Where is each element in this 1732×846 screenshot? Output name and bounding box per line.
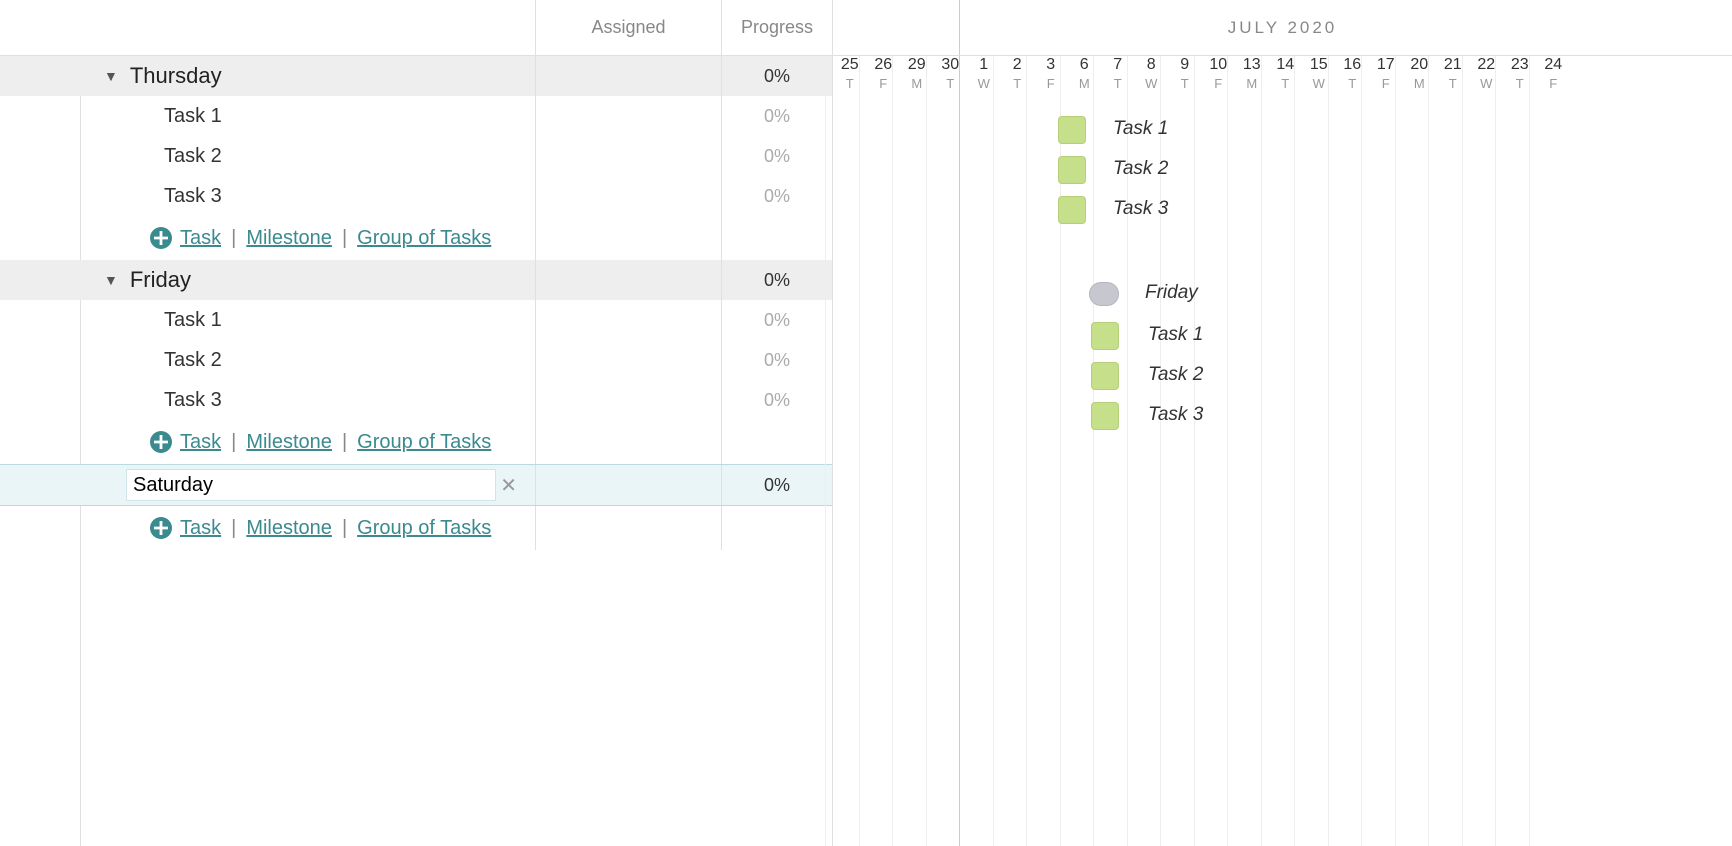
left-header: Assigned Progress — [0, 0, 832, 56]
group-progress: 0% — [722, 56, 832, 96]
task-label: Task 3 — [164, 389, 222, 412]
task-row[interactable]: Task 3 0% — [0, 176, 832, 216]
timeline-day: 30T — [934, 56, 968, 106]
timeline-date-row: 25T26F29M30T1W2T3F6M7T8W9T10F13M14T15W16… — [833, 56, 1732, 106]
timeline-day: 16T — [1336, 56, 1370, 106]
timeline-day: 26F — [867, 56, 901, 106]
task-label: Task 3 — [164, 185, 222, 208]
task-row[interactable]: Task 1 0% — [0, 96, 832, 136]
gantt-bar-label: Task 3 — [1113, 198, 1168, 220]
plus-icon[interactable] — [150, 227, 172, 249]
timeline-day: 10F — [1202, 56, 1236, 106]
column-header-assigned[interactable]: Assigned — [536, 0, 722, 55]
add-task-link[interactable]: Task — [180, 227, 221, 250]
plus-icon[interactable] — [150, 517, 172, 539]
gantt-bar[interactable] — [1091, 322, 1119, 350]
gantt-bar-label: Task 1 — [1113, 118, 1168, 140]
group-label: Friday — [130, 267, 191, 293]
add-row: Task | Milestone | Group of Tasks — [0, 420, 832, 464]
task-progress: 0% — [722, 136, 832, 176]
task-progress: 0% — [722, 96, 832, 136]
timeline-day: 22W — [1470, 56, 1504, 106]
task-label: Task 1 — [164, 309, 222, 332]
timeline-month-header: JULY 2020 — [833, 0, 1732, 56]
task-label: Task 2 — [164, 145, 222, 168]
add-milestone-link[interactable]: Milestone — [246, 227, 332, 250]
group-name-input[interactable] — [127, 472, 495, 499]
gantt-bar[interactable] — [1058, 196, 1086, 224]
add-row: Task | Milestone | Group of Tasks — [0, 216, 832, 260]
task-label: Task 2 — [164, 349, 222, 372]
group-name-input-wrap[interactable] — [126, 469, 496, 501]
task-progress: 0% — [722, 176, 832, 216]
task-row[interactable]: Task 2 0% — [0, 136, 832, 176]
timeline-day: 15W — [1302, 56, 1336, 106]
plus-icon[interactable] — [150, 431, 172, 453]
column-header-progress[interactable]: Progress — [722, 0, 832, 55]
group-progress: 0% — [722, 260, 832, 300]
gantt-bar[interactable] — [1091, 362, 1119, 390]
group-row-friday[interactable]: ▼ Friday 0% — [0, 260, 832, 300]
timeline-day: 24F — [1537, 56, 1571, 106]
task-progress: 0% — [722, 380, 832, 420]
add-task-link[interactable]: Task — [180, 517, 221, 540]
gantt-bar-label: Task 2 — [1148, 364, 1203, 386]
gantt-bar[interactable] — [1091, 402, 1119, 430]
gantt-bar[interactable] — [1058, 156, 1086, 184]
add-group-link[interactable]: Group of Tasks — [357, 431, 491, 454]
group-row-thursday[interactable]: ▼ Thursday 0% — [0, 56, 832, 96]
timeline-day: 13M — [1235, 56, 1269, 106]
gantt-bar[interactable] — [1058, 116, 1086, 144]
timeline-day: 17F — [1369, 56, 1403, 106]
timeline-day: 6M — [1068, 56, 1102, 106]
add-group-link[interactable]: Group of Tasks — [357, 227, 491, 250]
group-label: Thursday — [130, 63, 222, 89]
add-group-link[interactable]: Group of Tasks — [357, 517, 491, 540]
timeline-day: 1W — [967, 56, 1001, 106]
add-task-link[interactable]: Task — [180, 431, 221, 454]
task-progress: 0% — [722, 300, 832, 340]
timeline-day: 29M — [900, 56, 934, 106]
task-label: Task 1 — [164, 105, 222, 128]
timeline-day: 25T — [833, 56, 867, 106]
timeline-day: 2T — [1001, 56, 1035, 106]
gantt-bar-label: Task 3 — [1148, 404, 1203, 426]
task-row[interactable]: Task 2 0% — [0, 340, 832, 380]
collapse-icon[interactable]: ▼ — [104, 272, 118, 288]
timeline-day: 23T — [1503, 56, 1537, 106]
timeline-day: 20M — [1403, 56, 1437, 106]
close-icon[interactable]: ✕ — [496, 469, 521, 502]
group-progress: 0% — [722, 465, 832, 505]
task-row[interactable]: Task 3 0% — [0, 380, 832, 420]
gantt-bar-label: Friday — [1145, 282, 1198, 304]
timeline-day: 9T — [1168, 56, 1202, 106]
timeline-day: 8W — [1135, 56, 1169, 106]
add-row: Task | Milestone | Group of Tasks — [0, 506, 832, 550]
task-progress: 0% — [722, 340, 832, 380]
gantt-group-bar[interactable] — [1089, 282, 1119, 306]
collapse-icon[interactable]: ▼ — [104, 68, 118, 84]
task-row[interactable]: Task 1 0% — [0, 300, 832, 340]
add-milestone-link[interactable]: Milestone — [246, 431, 332, 454]
gantt-bar-label: Task 1 — [1148, 324, 1203, 346]
timeline-day: 7T — [1101, 56, 1135, 106]
timeline-day: 14T — [1269, 56, 1303, 106]
gantt-bar-label: Task 2 — [1113, 158, 1168, 180]
add-milestone-link[interactable]: Milestone — [246, 517, 332, 540]
timeline-day: 3F — [1034, 56, 1068, 106]
group-row-editing[interactable]: ✕ 0% — [0, 464, 832, 506]
timeline-day: 21T — [1436, 56, 1470, 106]
